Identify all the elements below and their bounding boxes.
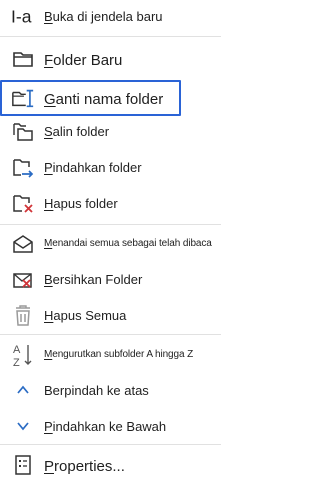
menu-item-sort-subfolders[interactable]: A Z Mengurutkan subfolder A hingga Z <box>0 340 221 370</box>
menu-item-mark-all-read[interactable]: Menandai semua sebagai telah dibaca <box>0 230 221 258</box>
menu-item-copy-folder[interactable]: Salin folder <box>0 118 221 146</box>
menu-item-move-folder[interactable]: Pindahkan folder <box>0 154 221 182</box>
menu-item-label: Properties... <box>44 458 125 475</box>
menu-item-label: Salin folder <box>44 124 110 139</box>
svg-text:Z: Z <box>13 357 20 368</box>
sort-a-to-z-icon: A Z <box>11 343 35 368</box>
move-folder-icon <box>11 156 35 180</box>
menu-item-label: Bersihkan Folder <box>44 272 143 287</box>
menu-divider <box>0 224 221 225</box>
clean-up-folder-icon <box>11 268 35 292</box>
menu-item-clean-up-folder[interactable]: Bersihkan Folder <box>0 266 221 294</box>
menu-item-label: Hapus Semua <box>44 308 127 323</box>
menu-item-label: Buka di jendela baru <box>44 9 163 24</box>
rename-folder-icon <box>11 86 35 110</box>
folder-context-menu: I-a Buka di jendela baru Folder Baru Gan… <box>0 0 221 483</box>
new-folder-icon <box>11 47 35 71</box>
mark-all-read-icon <box>11 232 35 256</box>
svg-text:A: A <box>13 344 21 356</box>
menu-divider <box>0 334 221 335</box>
menu-item-new-folder[interactable]: Folder Baru <box>0 44 221 74</box>
menu-divider <box>0 444 221 445</box>
delete-folder-icon <box>11 192 35 216</box>
menu-item-open-new-window[interactable]: I-a Buka di jendela baru <box>0 2 221 30</box>
chevron-down-icon <box>11 414 35 438</box>
menu-item-move-down[interactable]: Pindahkan ke Bawah <box>0 412 221 440</box>
menu-item-delete-folder[interactable]: Hapus folder <box>0 190 221 218</box>
menu-item-move-up[interactable]: Berpindah ke atas <box>0 376 221 404</box>
properties-icon <box>11 453 35 477</box>
menu-item-properties[interactable]: Properties... <box>0 450 221 480</box>
menu-item-label: Berpindah ke atas <box>44 383 149 398</box>
menu-divider <box>0 36 221 37</box>
menu-item-label: Mengurutkan subfolder A hingga Z <box>44 349 194 360</box>
menu-item-label: Ganti nama folder <box>44 91 164 108</box>
menu-item-label: Folder Baru <box>44 52 123 69</box>
copy-folder-icon <box>11 120 35 144</box>
menu-item-label: Pindahkan ke Bawah <box>44 419 167 434</box>
menu-item-label: Pindahkan folder <box>44 160 142 175</box>
menu-item-delete-all[interactable]: Hapus Semua <box>0 302 221 330</box>
open-in-new-window-icon: I-a <box>11 4 35 28</box>
menu-item-label: Hapus folder <box>44 196 118 211</box>
svg-text:I-a: I-a <box>11 6 32 26</box>
delete-all-icon <box>11 304 35 328</box>
menu-item-label: Menandai semua sebagai telah dibaca <box>44 238 212 249</box>
chevron-up-icon <box>11 378 35 402</box>
menu-item-rename-folder[interactable]: Ganti nama folder <box>0 82 221 114</box>
